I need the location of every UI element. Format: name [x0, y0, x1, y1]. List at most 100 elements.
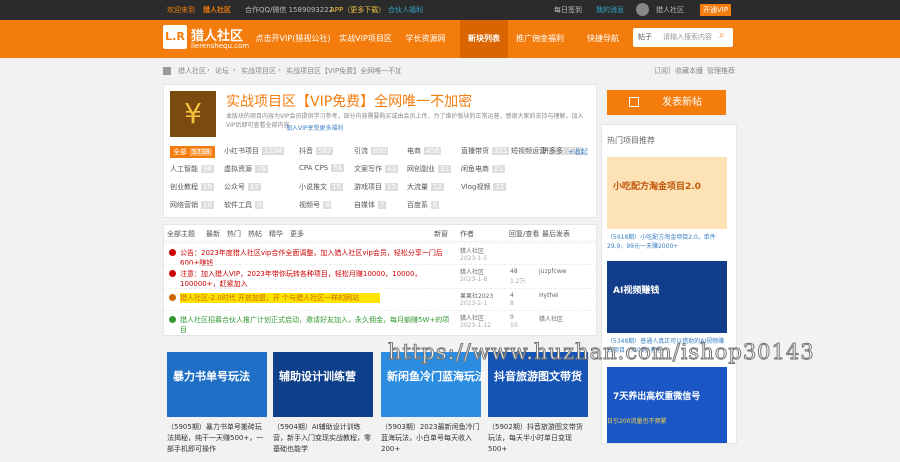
tag-count: 5738 — [190, 148, 212, 156]
tag-item[interactable]: 闲鱼电商 21 — [461, 164, 505, 174]
tag-item[interactable]: 直播带货 321 — [461, 146, 510, 156]
tag-item[interactable]: 网创副业 32 — [407, 164, 451, 174]
breadcrumb: 猎人社区 › 论坛 › 实战项目区（创业赚钱） › 实战项目区【VIP免费】全网… — [0, 63, 900, 79]
thread-last[interactable]: juzpfcww — [539, 268, 567, 275]
card-image[interactable]: 暴力书单号玩法 — [167, 352, 267, 417]
tag-item[interactable]: 软件工具 9 — [224, 200, 264, 210]
nav-vip[interactable]: 点击开VIP(猎视公社) — [253, 20, 333, 58]
tag-item[interactable]: 创业教程 19 — [170, 182, 214, 192]
tag-item[interactable]: 人工智能 98 — [170, 164, 214, 174]
card-caption[interactable]: （5903期）2023最新闲鱼冷门蓝海玩法，小白单号每天收入200+ — [381, 422, 481, 455]
tag-item[interactable]: 小红书项目 1234 — [224, 146, 284, 156]
thread-author[interactable]: 猎人社区 — [460, 246, 484, 255]
home-icon[interactable] — [163, 67, 171, 75]
recommend-link[interactable]: 管理推荐 — [707, 66, 735, 76]
tag-item[interactable]: 虚拟资源 76 — [224, 164, 268, 174]
tag-item[interactable]: 公众号 17 — [224, 182, 261, 192]
filter-hotpost[interactable]: 热帖 — [248, 229, 262, 239]
new-window-toggle[interactable]: 新窗 — [434, 229, 448, 239]
avatar[interactable] — [636, 3, 649, 16]
tag-label: 小红书项目 — [224, 147, 259, 155]
tag-count: 456 — [424, 147, 442, 155]
filter-digest[interactable]: 精华 — [269, 229, 283, 239]
tag-item[interactable]: 小说推文 15 — [299, 182, 343, 192]
favorite-link[interactable]: 收藏本版 — [675, 66, 703, 76]
welcome-text: 欢迎来到 — [167, 6, 195, 14]
tag-item[interactable]: CPA CPS 54 — [299, 164, 345, 172]
tag-item[interactable]: 引流 890 — [354, 146, 389, 156]
vip-button[interactable]: 开通VIP — [700, 4, 732, 16]
site-link[interactable]: 猎人社区 — [203, 5, 231, 15]
table-row[interactable]: 猎人社区招募合伙人推广计划正式启动，邀请好友加入，永久佣金，每月躺赚5W+的项目… — [164, 310, 597, 334]
notify-link[interactable]: 我的消息 — [596, 5, 624, 15]
nav-projects[interactable]: 实战VIP项目区 — [338, 20, 393, 58]
tag-item[interactable]: 抖音 567 — [299, 146, 334, 156]
nav-new-list[interactable]: 新块列表 — [460, 20, 508, 58]
thread-author[interactable]: 猎人社区 — [460, 267, 484, 276]
thread-author[interactable]: 猎人社区 — [460, 313, 484, 322]
cooperate-link[interactable]: 合伙人福利 — [388, 5, 423, 15]
thread-title[interactable]: 猎人社区招募合伙人推广计划正式启动，邀请好友加入，永久佣金，每月躺赚5W+的项目 — [180, 315, 450, 336]
filter-more[interactable]: 更多 — [290, 229, 304, 239]
table-row[interactable]: 注意：加入猎人VIP，2023年带你玩转各种项目，轻松月赚10000，10000… — [164, 264, 597, 288]
sign-link[interactable]: 每日签到 — [554, 5, 582, 15]
site-logo[interactable]: L.R 猎人社区 lierenshequ.com — [163, 25, 249, 53]
card-caption[interactable]: （5905期）暴力书单号搬砖玩法揭秘，纯干一天赚500+，一部手机即可操作 — [167, 422, 267, 455]
app-link[interactable]: APP（更多下载） — [330, 5, 385, 15]
search-icon[interactable]: ⌕ — [719, 30, 725, 41]
filter-latest[interactable]: 最新 — [206, 229, 220, 239]
thread-last[interactable]: 猎人社区 — [539, 314, 563, 323]
tag-item[interactable]: 百度系 6 — [407, 200, 440, 210]
card-image[interactable]: 辅助设计训练营 — [273, 352, 373, 417]
tag-item[interactable]: 自媒体 7 — [354, 200, 387, 210]
sidebar-caption[interactable]: （5918期）小吃配方淘金项目2.0，单件29.9，99元一天赚2000+ — [607, 233, 727, 251]
filter-hot[interactable]: 热门 — [227, 229, 241, 239]
tag-item[interactable]: 大流量 12 — [407, 182, 444, 192]
table-row[interactable]: 猎人社区-2.0时代 开放加盟，开 个与猎人社区一样的网站 果果社2023 2023… — [164, 288, 597, 307]
new-post-button[interactable]: 发表新帖 — [607, 90, 726, 115]
thread-icon — [169, 294, 176, 301]
sidebar-image[interactable]: AI视频赚钱 — [607, 261, 727, 333]
sidebar-caption[interactable]: 日引200流量也不频繁 — [607, 417, 727, 426]
thread-last[interactable]: Hythei — [539, 292, 559, 299]
crumb-0[interactable]: 猎人社区 — [178, 66, 206, 76]
tag-count: 890 — [371, 147, 389, 155]
sidebar-item[interactable]: 7天养出高权重微信号 日引200流量也不频繁 — [607, 367, 727, 462]
sidebar-image[interactable]: 小吃配方淘金项目2.0 — [607, 157, 727, 229]
tag-label: Vlog视频 — [461, 183, 491, 191]
tag-item[interactable]: 视频号 8 — [299, 200, 332, 210]
thread-date: 2023-2-1 — [460, 300, 488, 307]
card-caption[interactable]: （5904期）AI辅助设计训练营，新手入门变现实战教程，零基础也能学 — [273, 422, 373, 455]
sidebar-item[interactable]: 小吃配方淘金项目2.0 （5918期）小吃配方淘金项目2.0，单件29.9，99元… — [607, 157, 727, 252]
nav-quick[interactable]: 快捷导航 — [578, 20, 628, 58]
sidebar-image[interactable]: 7天养出高权重微信号 — [607, 367, 727, 443]
tag-item[interactable]: Vlog视频 11 — [461, 182, 507, 192]
tag-item[interactable]: 文案写作 43 — [354, 164, 398, 174]
thread-title[interactable]: 注意：加入猎人VIP，2023年带你玩转各种项目，轻松月赚10000，10000… — [180, 269, 450, 290]
subscribe-link[interactable]: 订阅 — [654, 66, 668, 76]
table-row[interactable]: 公告：2023年度猎人社区vip合作全面调整，加入猎人社区vip会员，轻松分享一… — [164, 243, 597, 267]
thread-title[interactable]: 猎人社区-2.0时代 开放加盟，开 个与猎人社区一样的网站 — [180, 293, 380, 303]
tag-item[interactable]: 电商 456 — [407, 146, 442, 156]
thread-author[interactable]: 果果社2023 — [460, 291, 493, 300]
search-input[interactable]: 请输入搜索内容 — [663, 32, 712, 42]
tag-label: 全部 — [173, 148, 187, 156]
search-box[interactable]: 帖子 请输入搜索内容 ⌕ — [633, 28, 733, 47]
thread-icon — [169, 316, 176, 323]
tag-item[interactable]: 全部 5738 — [170, 146, 215, 158]
crumb-1[interactable]: 论坛 — [215, 66, 229, 76]
search-scope[interactable]: 帖子 — [638, 32, 652, 42]
tag-label: 创业教程 — [170, 183, 198, 191]
nav-resources[interactable]: 学长资源网 — [398, 20, 453, 58]
tag-item[interactable]: 游戏项目 13 — [354, 182, 398, 192]
tag-label: 视频号 — [299, 201, 320, 209]
tags-collapse[interactable]: +收起 — [568, 147, 588, 157]
forum-vip-link[interactable]: 加入VIP享受更多福利 — [286, 123, 344, 132]
user-menu[interactable]: 猎人社区 — [656, 5, 684, 15]
crumb-2[interactable]: 实战项目区（创业赚钱） — [241, 66, 277, 76]
forum-icon: ¥ — [170, 91, 216, 137]
card-caption[interactable]: （5902期）抖音旅游图文带货玩法，每天半小时单日变现500+ — [488, 422, 588, 455]
tag-item[interactable]: 网络营销 10 — [170, 200, 214, 210]
nav-commission[interactable]: 推广佣金福利 — [512, 20, 568, 58]
filter-all[interactable]: 全部主题 — [167, 229, 195, 239]
